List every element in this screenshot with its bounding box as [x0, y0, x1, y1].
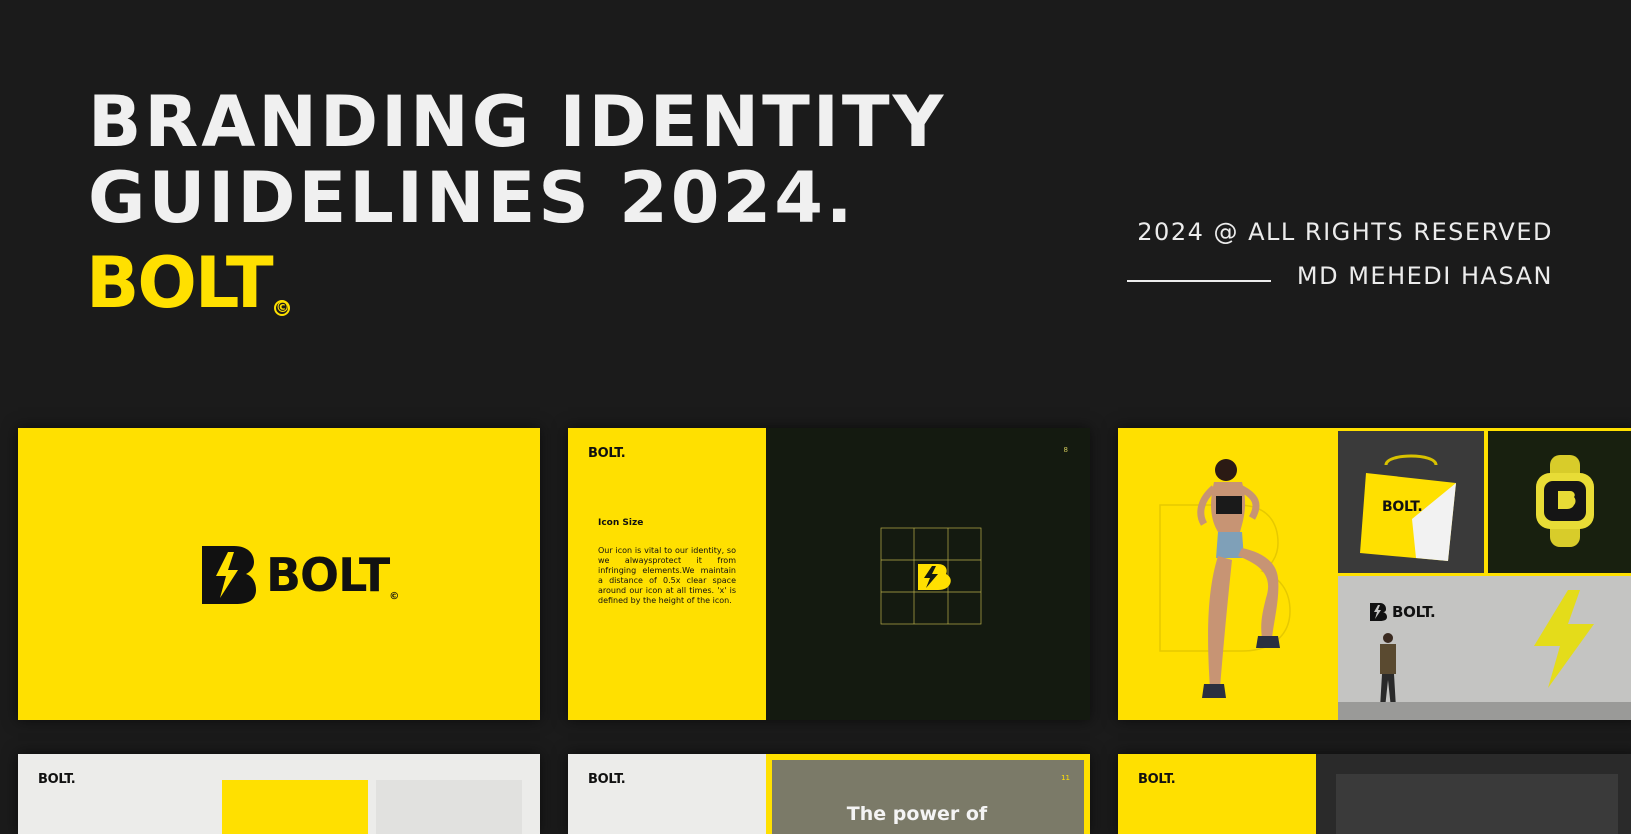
slide-icon-size[interactable]: BOLT. Icon Size Our icon is vital to our…	[568, 428, 1090, 720]
rights-text: 2024 @ ALL RIGHTS RESERVED	[1137, 218, 1553, 246]
power-headline: The power of	[846, 803, 988, 825]
wall-brand: BOLT.	[1392, 603, 1436, 621]
color-swatch-grey	[376, 780, 522, 834]
slide-power-panel: 11 The power of	[772, 760, 1084, 834]
slide-power[interactable]: BOLT. 11 The power of	[568, 754, 1090, 834]
logo-wordmark: BOLT	[86, 242, 274, 324]
athlete-figure	[1197, 459, 1280, 698]
slide-page-number: 11	[1061, 774, 1070, 782]
icon-size-grid	[880, 527, 982, 625]
wall-logo: BOLT.	[1368, 602, 1436, 622]
watch-mockup	[1488, 431, 1631, 573]
page-title: BRANDING IDENTITY GUIDELINES 2024.	[88, 84, 946, 236]
copyright-mark: ©	[273, 300, 290, 316]
slide-logo-word-text: BOLT	[266, 548, 390, 602]
slide-page-number: 8	[1063, 446, 1068, 454]
bolt-b-icon	[202, 546, 256, 604]
title-line-1: BRANDING IDENTITY	[88, 81, 947, 163]
pedestrian-figure	[1380, 633, 1396, 708]
slide-logo-word: BOLT©	[266, 548, 399, 602]
color-swatch-yellow	[222, 780, 368, 834]
slide-mockups[interactable]: BOLT. BOLT.	[1118, 428, 1631, 720]
wall-b-icon	[1370, 603, 1387, 621]
watch-graphic	[1536, 455, 1594, 547]
slide-brand: BOLT.	[1138, 772, 1176, 787]
slide-brand: BOLT.	[588, 772, 626, 787]
slide-colors[interactable]: BOLT.	[18, 754, 540, 834]
lightning-bolt-graphic	[1534, 590, 1594, 688]
author-name: MD MEHEDI HASAN	[1296, 262, 1553, 290]
wall-signage-mockup: BOLT.	[1338, 576, 1631, 720]
slide-logo[interactable]: BOLT©	[18, 428, 540, 720]
slide-photo[interactable]: BOLT.	[1118, 754, 1631, 834]
slide-logo-mark: ©	[389, 591, 399, 602]
icon-size-body: Our icon is vital to our identity, so we…	[598, 546, 736, 605]
bolt-logo: BOLT ©	[86, 248, 290, 318]
author-divider	[1127, 280, 1271, 282]
slide-icon-grid-panel: 8	[766, 428, 1090, 720]
slide-power-frame: 11 The power of	[766, 754, 1090, 834]
photo-placeholder	[1336, 774, 1618, 834]
sidewalk	[1338, 702, 1631, 720]
slide-brand: BOLT.	[38, 772, 76, 787]
tote-bag-mockup: BOLT.	[1338, 431, 1484, 573]
slide-brand: BOLT.	[588, 446, 626, 461]
tote-brand: BOLT.	[1382, 499, 1423, 515]
title-line-2: GUIDELINES 2024.	[88, 157, 856, 239]
slide-photo-left: BOLT.	[1118, 754, 1316, 834]
slide-icon-size-left: BOLT. Icon Size Our icon is vital to our…	[568, 428, 766, 720]
icon-size-heading: Icon Size	[598, 518, 644, 528]
slide-logo-lockup: BOLT©	[198, 544, 399, 606]
